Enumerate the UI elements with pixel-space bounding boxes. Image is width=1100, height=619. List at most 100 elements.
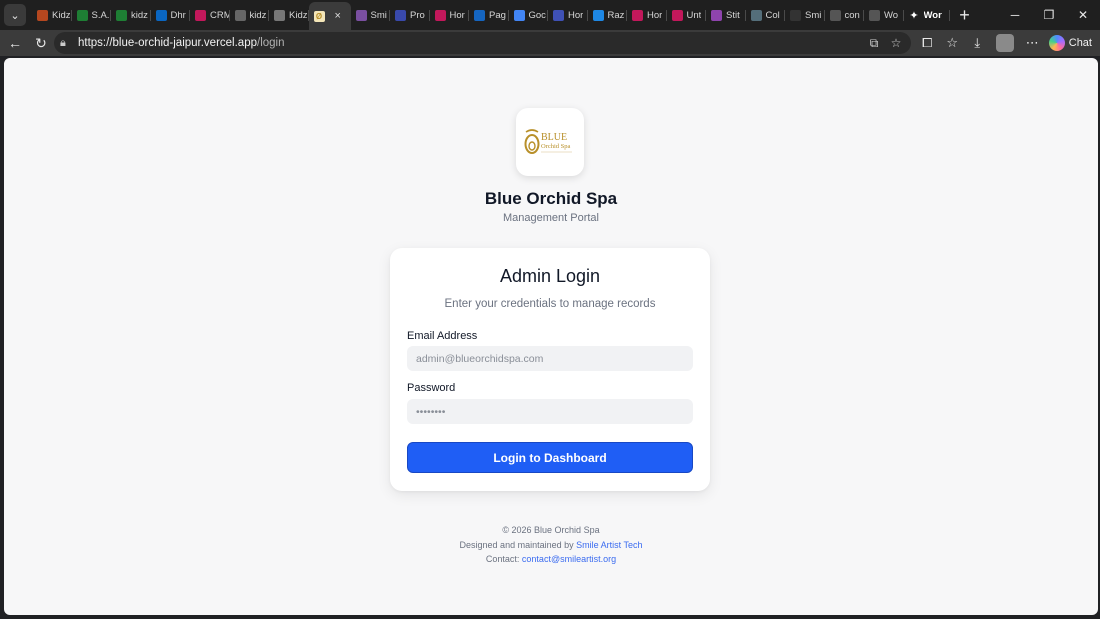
tab-favicon-icon [76, 9, 88, 21]
tab-9[interactable]: Hor [430, 2, 470, 28]
tab-label: Col [765, 9, 780, 21]
tab-13[interactable]: Raz [588, 2, 628, 28]
tab-2[interactable]: kidz [111, 2, 151, 28]
blue-orchid-logo: BLUE Orchid Spa [516, 108, 584, 176]
tab-6[interactable]: Kidz [269, 2, 309, 28]
footer-designed: Designed and maintained by Smile Artist … [4, 540, 1098, 550]
tab-current-wor[interactable]: ✦ Wor [904, 2, 950, 28]
tab-list-after: Smi Pro Hor Pag Goc Hor Raz Hor Unt Stit Col Smi con… [351, 2, 904, 28]
copilot-chat-button[interactable]: Chat [1048, 35, 1092, 51]
tab-label: Goc [528, 9, 546, 21]
login-button[interactable]: Login to Dashboard [407, 442, 693, 473]
tab-8[interactable]: Pro [390, 2, 430, 28]
lock-icon: 🔒︎ [60, 36, 66, 49]
login-subtitle: Enter your credentials to manage records [444, 298, 656, 310]
tab-favicon-icon [234, 9, 246, 21]
tab-favicon-icon [37, 9, 48, 21]
tab-favicon-icon [711, 9, 722, 21]
tab-label: Pag [489, 9, 506, 21]
login-card: Admin Login Enter your credentials to ma… [390, 248, 710, 491]
tab-favicon-icon [274, 9, 285, 21]
tab-favicon-icon [671, 9, 683, 21]
tab-favicon-icon [750, 9, 762, 21]
tab-strip: ⌄ Kidz S.A. kidz Dhr CRM kidz Kidz Ø × Smi Pro H… [0, 0, 1100, 30]
tab-label: Kidz [289, 9, 308, 21]
tab-17[interactable]: Col [746, 2, 786, 28]
tab-5[interactable]: kidz [230, 2, 270, 28]
tab-list: Kidz S.A. kidz Dhr CRM kidz Kidz [32, 2, 309, 28]
tab-3[interactable]: Dhr [151, 2, 191, 28]
downloads-icon[interactable]: ⤓ [965, 30, 990, 56]
extensions-puzzle-icon[interactable]: ⧠ [915, 30, 940, 56]
tab-4[interactable]: CRM [190, 2, 230, 28]
smile-artist-link[interactable]: Smile Artist Tech [576, 540, 642, 550]
restore-icon[interactable]: ❐ [1032, 0, 1066, 30]
tab-favicon-icon [395, 9, 406, 21]
contact-email-link[interactable]: contact@smileartist.org [522, 554, 616, 564]
tab-favicon-icon [632, 9, 643, 21]
tab-label: CRM [210, 9, 230, 21]
password-label: Password [407, 382, 456, 394]
tab-label: Raz [607, 9, 625, 21]
close-window-icon[interactable]: ✕ [1066, 0, 1100, 30]
tab-10[interactable]: Pag [469, 2, 509, 28]
new-tab-button[interactable]: + [954, 5, 976, 26]
tab-1[interactable]: S.A. [72, 2, 112, 28]
address-bar[interactable]: 🔒︎ https://blue-orchid-jaipur.vercel.app… [54, 32, 911, 54]
profile-avatar[interactable] [995, 34, 1014, 52]
tab-11[interactable]: Goc [509, 2, 549, 28]
tab-7[interactable]: Smi [351, 2, 391, 28]
more-options-icon[interactable]: ⋯ [1020, 30, 1045, 56]
reload-icon[interactable]: ↻ [28, 30, 54, 56]
tab-active[interactable]: Ø × [308, 2, 351, 30]
brand-title: Blue Orchid Spa [484, 189, 618, 208]
back-arrow-icon[interactable]: ← [2, 30, 28, 56]
favorite-star-icon[interactable]: ☆ [885, 36, 907, 50]
chat-label: Chat [1068, 37, 1092, 49]
tab-label: S.A. [91, 9, 110, 21]
blue-orchid-favicon-icon: Ø [313, 10, 325, 22]
tab-favicon-icon [116, 9, 127, 21]
email-label: Email Address [407, 330, 478, 342]
tab-0[interactable]: Kidz [32, 2, 72, 28]
tab-favicon-icon [790, 9, 801, 21]
compass-favicon-icon: ✦ [908, 9, 920, 22]
logo-subtext: Orchid Spa [541, 143, 571, 150]
favorites-list-icon[interactable]: ☆ [940, 30, 965, 56]
footer-contact: Contact: contact@smileartist.org [4, 554, 1098, 564]
tab-favicon-icon [592, 9, 604, 21]
tab-label: Stit [726, 9, 740, 21]
url-text[interactable]: https://blue-orchid-jaipur.vercel.app/lo… [78, 37, 285, 49]
tab-label: Hor [568, 9, 584, 21]
tab-12[interactable]: Hor [548, 2, 588, 28]
copilot-icon [1048, 35, 1065, 51]
tab-favicon-icon [434, 9, 446, 21]
tab-label: Hor [449, 9, 465, 21]
tab-label: Wo [884, 9, 899, 21]
tab-actions-menu-button[interactable]: ⌄ [4, 4, 26, 26]
password-field[interactable] [407, 399, 693, 424]
tab-15[interactable]: Unt [667, 2, 707, 28]
tab-16[interactable]: Stit [706, 2, 746, 28]
tab-favicon-icon [474, 9, 485, 21]
tab-favicon-icon [829, 9, 841, 21]
close-tab-icon[interactable]: × [335, 10, 341, 22]
tab-14[interactable]: Hor [627, 2, 667, 28]
logo-text: BLUE [541, 132, 567, 143]
tab-20[interactable]: Wo [864, 2, 904, 28]
login-title: Admin Login [499, 266, 601, 286]
tab-favicon-icon [195, 9, 206, 21]
minimize-icon[interactable]: ─ [998, 0, 1032, 30]
open-in-app-icon[interactable]: ⧉ [863, 36, 885, 51]
tab-label: Hor [647, 9, 663, 21]
footer-designed-prefix: Designed and maintained by [459, 540, 577, 550]
tab-19[interactable]: con [825, 2, 865, 28]
login-page: BLUE Orchid Spa Blue Orchid Spa Manageme… [4, 58, 1098, 615]
tab-favicon-icon [155, 9, 167, 21]
url-host: https://blue-orchid-jaipur.vercel.app [78, 37, 257, 49]
tab-18[interactable]: Smi [785, 2, 825, 28]
tab-label: Pro [410, 9, 425, 21]
footer-contact-prefix: Contact: [485, 554, 522, 564]
email-field[interactable] [407, 346, 693, 371]
footer-copyright: © 2026 Blue Orchid Spa [502, 525, 600, 535]
